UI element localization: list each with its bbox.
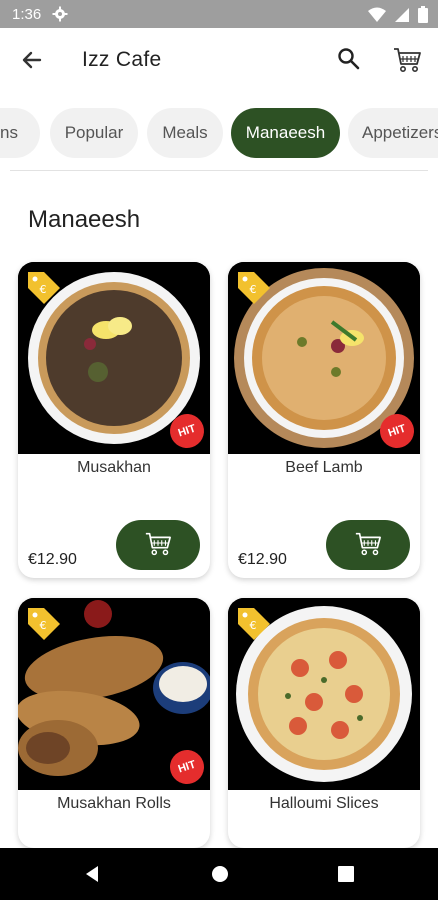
add-to-cart-button[interactable] [116,520,200,570]
divider [10,170,428,171]
product-image: € [228,598,420,790]
wifi-icon [368,7,386,28]
battery-icon [418,6,428,28]
product-name: Musakhan Rolls [57,795,171,812]
nav-back-icon[interactable] [82,864,102,889]
discount-tag-icon: € [234,606,272,644]
svg-text:€: € [40,619,47,632]
settings-gear-icon [52,6,68,22]
chip-manaeesh[interactable]: Manaeesh [231,108,340,158]
chip-appetizers[interactable]: Appetizers [348,108,438,158]
status-icons [368,6,428,28]
nav-recents-icon[interactable] [336,864,356,889]
status-bar: 1:36 [0,0,438,28]
chip-meals[interactable]: Meals [147,108,223,158]
system-nav-bar [0,848,438,900]
add-to-cart-button[interactable] [326,520,410,570]
back-arrow-icon[interactable] [18,46,46,74]
discount-tag-icon: € [24,270,62,308]
product-name: Beef Lamb [285,459,363,476]
cart-icon [353,529,383,562]
product-card[interactable]: € Halloumi Slices [228,598,420,848]
svg-text:€: € [250,283,257,296]
product-name: Musakhan [77,459,151,476]
product-image: € HIT [18,598,210,790]
product-image: € HIT [18,262,210,454]
category-chips: ns Popular Meals Manaeesh Appetizers [0,108,438,162]
product-card[interactable]: € HIT Beef Lamb €12.90 [228,262,420,578]
chip-popular[interactable]: Popular [50,108,138,158]
search-icon[interactable] [336,46,362,72]
svg-text:€: € [40,283,47,296]
chip-partial[interactable]: ns [0,108,40,158]
status-time: 1:36 [12,6,42,23]
product-image: € HIT [228,262,420,454]
nav-home-icon[interactable] [210,864,230,889]
product-price: €12.90 [28,551,77,568]
cart-icon [143,529,173,562]
product-card[interactable]: € HIT Musakhan €12.90 [18,262,210,578]
svg-text:€: € [250,619,257,632]
product-card[interactable]: € HIT Musakhan Rolls [18,598,210,848]
section-title: Manaeesh [28,206,141,233]
page-title: Izz Cafe [82,48,162,71]
product-price: €12.90 [238,551,287,568]
product-name: Halloumi Slices [269,795,379,812]
cart-icon[interactable] [392,44,422,74]
app-bar: Izz Cafe [0,28,438,92]
signal-icon [394,7,410,28]
discount-tag-icon: € [234,270,272,308]
discount-tag-icon: € [24,606,62,644]
